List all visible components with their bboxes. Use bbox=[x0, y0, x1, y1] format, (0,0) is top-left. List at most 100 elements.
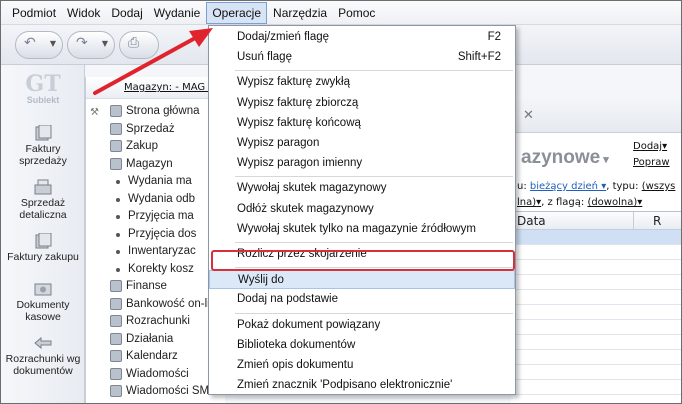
table-row[interactable] bbox=[511, 260, 681, 275]
tree-item[interactable]: Przyjęcia dos bbox=[86, 226, 226, 244]
menu-item-label: Wypisz fakturę zwykłą bbox=[237, 76, 351, 89]
table-row[interactable] bbox=[511, 380, 681, 395]
filter-row-2: lna)▾, z flagą: (dowolna)▾ bbox=[517, 197, 643, 208]
table-row[interactable] bbox=[511, 290, 681, 305]
menu-item[interactable]: Odłóż skutek magazynowy bbox=[209, 200, 515, 219]
table-row[interactable] bbox=[511, 365, 681, 380]
menu-operacje[interactable]: Operacje bbox=[206, 1, 268, 24]
period-filter[interactable]: bieżący dzień ▾ bbox=[530, 181, 606, 192]
document-list-title[interactable]: azynowe ▾ bbox=[521, 147, 609, 169]
menu-item[interactable]: Dodaj na podstawie bbox=[209, 290, 515, 309]
bullet-icon bbox=[116, 250, 120, 254]
chevron-down-icon: ▼ bbox=[101, 39, 108, 48]
warehouse-selector[interactable]: Magazyn: - MAG - bbox=[124, 82, 212, 93]
menu-item-label: Wypisz paragon imienny bbox=[237, 157, 363, 170]
table-row[interactable] bbox=[511, 320, 681, 335]
table-row[interactable] bbox=[511, 245, 681, 260]
menu-item-label: Dodaj na podstawie bbox=[237, 293, 339, 306]
sidebar-button-sprzedaz-detaliczna[interactable]: Sprzedaż detaliczna bbox=[1, 179, 85, 221]
menu-item[interactable]: Wypisz paragon imienny bbox=[209, 154, 515, 173]
table-row[interactable] bbox=[511, 305, 681, 320]
annotation-highlight-box bbox=[211, 250, 515, 271]
tree-item-label: Korekty kosz bbox=[128, 262, 194, 275]
menu-item[interactable]: Wypisz fakturę zbiorczą bbox=[209, 94, 515, 113]
tree-item[interactable]: Wiadomości bbox=[86, 366, 226, 384]
menu-item-label: Odłóż skutek magazynowy bbox=[237, 202, 374, 215]
tree-item-label: Magazyn bbox=[126, 157, 173, 170]
menu-dodaj[interactable]: Dodaj bbox=[106, 3, 147, 23]
menu-item-label: Pokaż dokument powiązany bbox=[237, 318, 381, 331]
sidebar-button-faktury-sprzedazy[interactable]: Faktury sprzedaży bbox=[1, 125, 85, 167]
menu-wydanie[interactable]: Wydanie bbox=[149, 3, 206, 23]
table-row[interactable] bbox=[511, 350, 681, 365]
forward-button[interactable]: ↷ ▼ bbox=[67, 31, 115, 59]
document-tab-strip: ✕ bbox=[511, 99, 681, 133]
sidebar-button-dokumenty-kasowe[interactable]: Dokumenty kasowe bbox=[1, 281, 85, 323]
navigator-header: Magazyn: - MAG - bbox=[86, 77, 226, 99]
menu-item-label: Wyślij do bbox=[238, 274, 284, 287]
tree-item[interactable]: Wiadomości SM bbox=[86, 383, 226, 401]
sidebar-button-faktury-zakupu[interactable]: Faktury zakupu bbox=[1, 233, 85, 263]
tree-item-label: Zakup bbox=[126, 140, 158, 152]
status-filter[interactable]: lna)▾ bbox=[517, 197, 541, 208]
tree-item[interactable]: Działania bbox=[86, 331, 226, 349]
printer-icon: ⎙ bbox=[128, 35, 140, 51]
tree-item[interactable]: Bankowość on-li bbox=[86, 296, 226, 314]
tree-item[interactable]: Rozrachunki bbox=[86, 313, 226, 331]
type-filter[interactable]: (wszys bbox=[642, 181, 676, 192]
table-row[interactable] bbox=[511, 275, 681, 290]
tree-item[interactable]: Magazyn bbox=[86, 156, 226, 174]
tree-item[interactable]: Wydania odb bbox=[86, 191, 226, 209]
filter-row-1: u: bieżący dzień ▾, typu: (wszys bbox=[517, 181, 676, 192]
menu-item[interactable]: Wypisz fakturę końcową bbox=[209, 114, 515, 133]
bullet-icon bbox=[116, 267, 120, 272]
menu-item[interactable]: Zmień znacznik 'Podpisano elektronicznie… bbox=[209, 376, 515, 395]
tree-item[interactable]: Sprzedaż bbox=[86, 121, 226, 139]
print-button[interactable]: ⎙ bbox=[119, 31, 159, 59]
tree-item-label: Inwentaryzac bbox=[128, 245, 196, 257]
tree-item-label: Przyjęcia ma bbox=[128, 210, 194, 222]
popraw-link[interactable]: Popraw bbox=[633, 157, 670, 168]
close-tab-icon[interactable]: ✕ bbox=[523, 108, 534, 123]
menu-pomoc[interactable]: Pomoc bbox=[333, 3, 380, 23]
tree-item-label: Strona główna bbox=[126, 105, 200, 117]
tree-item[interactable]: Korekty kosz bbox=[86, 261, 226, 279]
menu-item-label: Wypisz paragon bbox=[237, 137, 320, 149]
menu-item[interactable]: Zmień opis dokumentu bbox=[209, 356, 515, 375]
menu-widok[interactable]: Widok bbox=[62, 3, 105, 23]
flag-filter[interactable]: (dowolna)▾ bbox=[587, 197, 642, 208]
menu-separator bbox=[235, 398, 513, 400]
back-arrow-icon: ↶ bbox=[24, 35, 36, 51]
tree-item[interactable]: Inwentaryzac bbox=[86, 243, 226, 261]
cash-documents-icon bbox=[34, 283, 52, 296]
bullet-icon bbox=[116, 232, 120, 237]
folder-icon bbox=[110, 315, 122, 327]
table-row[interactable] bbox=[511, 230, 681, 245]
tree-item-label: Wiadomości SM bbox=[126, 385, 210, 397]
tree-item[interactable]: Strona główna bbox=[86, 103, 226, 121]
grid-header: Data R bbox=[511, 212, 681, 230]
dodaj-link[interactable]: Dodaj▾ bbox=[633, 141, 667, 152]
menu-item[interactable]: Wywołaj skutek magazynowy bbox=[209, 179, 515, 198]
column-header-data[interactable]: Data bbox=[517, 214, 546, 228]
menu-item[interactable]: Wywołaj skutek tylko na magazynie źródło… bbox=[209, 220, 515, 239]
menu-podmiot[interactable]: Podmiot bbox=[7, 3, 61, 23]
menu-item[interactable]: Wypisz paragon bbox=[209, 134, 515, 153]
menu-item[interactable]: Pokaż dokument powiązany bbox=[209, 316, 515, 335]
sidebar-button-rozrachunki[interactable]: Rozrachunki wg dokumentów bbox=[1, 335, 85, 377]
menu-narzedzia[interactable]: Narzędzia bbox=[268, 3, 332, 23]
folder-icon bbox=[110, 280, 122, 292]
menu-item[interactable]: Wyślij do bbox=[209, 270, 515, 290]
menu-item[interactable]: Usuń flagę Shift+F2 bbox=[209, 48, 515, 67]
menu-item[interactable]: Dodaj/zmień flagę F2 bbox=[209, 28, 515, 47]
tree-item[interactable]: Zakup bbox=[86, 138, 226, 156]
tree-item[interactable]: Wydania ma bbox=[86, 173, 226, 191]
menu-item[interactable]: Wypisz fakturę zwykłą bbox=[209, 73, 515, 92]
tree-item[interactable]: Kalendarz bbox=[86, 348, 226, 366]
tree-item[interactable]: Finanse bbox=[86, 278, 226, 296]
column-header-r[interactable]: R bbox=[653, 214, 661, 228]
back-button[interactable]: ↶ ▼ bbox=[15, 31, 63, 59]
table-row[interactable] bbox=[511, 335, 681, 350]
menu-item[interactable]: Biblioteka dokumentów bbox=[209, 336, 515, 355]
tree-item[interactable]: Przyjęcia ma bbox=[86, 208, 226, 226]
